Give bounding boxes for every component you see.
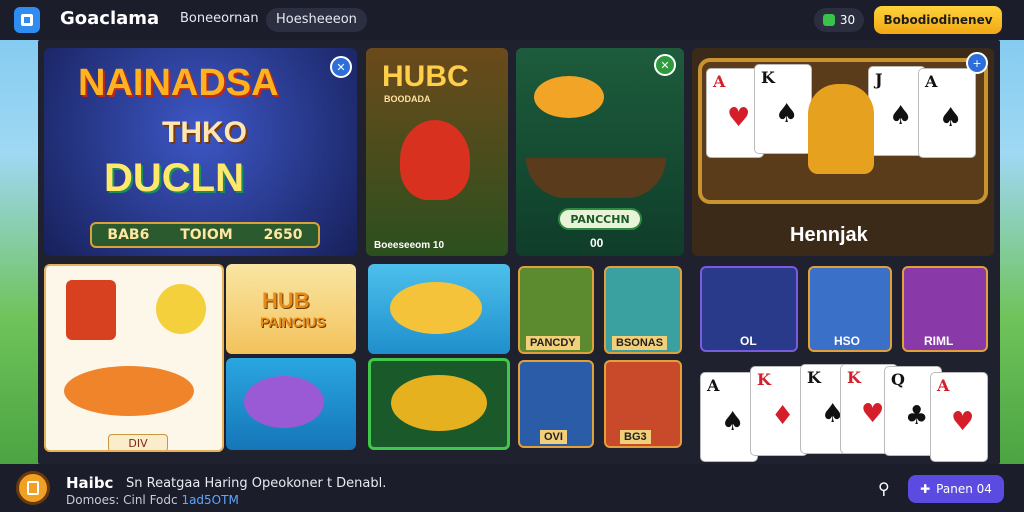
fish-icon bbox=[390, 282, 482, 334]
game-tile-fish2[interactable] bbox=[368, 358, 510, 450]
tile-label: OL bbox=[740, 334, 757, 348]
game-tile-hubc[interactable]: HUBC BOODADA Boeeseeom 10 bbox=[366, 48, 508, 256]
score-bar: BAB6 TOIOM 2650 bbox=[90, 222, 320, 248]
boat-number: 00 bbox=[590, 236, 604, 250]
creature-icon bbox=[400, 120, 470, 200]
hubpan-subtitle: PAINCIUS bbox=[260, 314, 326, 330]
score-2: TOIOM bbox=[180, 227, 233, 243]
game-tile-hubpan[interactable]: HUB PAINCIUS bbox=[226, 264, 356, 354]
koi-icon bbox=[64, 366, 194, 416]
hub-title: HUBC bbox=[382, 60, 469, 93]
action-pill[interactable]: ✚ Panen 04 bbox=[908, 475, 1004, 503]
tile-label: PANCDY bbox=[526, 336, 580, 350]
pill-label: Panen 04 bbox=[936, 482, 992, 496]
wallet-icon bbox=[822, 14, 835, 26]
score-1: BAB6 bbox=[107, 227, 150, 243]
search-icon[interactable]: ⚲ bbox=[878, 479, 890, 498]
plus-icon: ✚ bbox=[920, 482, 931, 496]
footer-sub-text: Domoes: Cinl Fodc bbox=[66, 493, 178, 507]
lantern-label: DIV bbox=[108, 434, 168, 450]
game-tile-ol[interactable]: OL bbox=[700, 266, 798, 352]
brand-name[interactable]: Goaclama bbox=[60, 8, 159, 29]
balance-badge[interactable]: 30 bbox=[814, 8, 864, 32]
tile-label: BSONAS bbox=[612, 336, 668, 350]
game-tile-bg[interactable]: BG3 bbox=[604, 360, 682, 448]
footer-name: Haibc bbox=[66, 474, 114, 492]
plus-icon[interactable]: + bbox=[966, 52, 988, 74]
game-tile-riml[interactable]: RIML bbox=[902, 266, 988, 352]
sun-icon bbox=[156, 284, 206, 334]
footer-desc: Sn Reatgaa Haring Opeokoner t Denabl. bbox=[126, 476, 387, 491]
game-tile-ovi[interactable]: OVI bbox=[518, 360, 594, 448]
balance-value: 30 bbox=[839, 13, 856, 27]
cta-button[interactable]: Bobodiodinenev bbox=[874, 6, 1002, 34]
tile-label: BG3 bbox=[620, 430, 651, 444]
fish-icon bbox=[391, 375, 487, 431]
game-tile-bsonas[interactable]: BSONAS bbox=[604, 266, 682, 354]
lantern-icon bbox=[66, 280, 116, 340]
game-tile-purplefish[interactable] bbox=[226, 358, 356, 450]
game-tile-boat[interactable]: PANCCHN 00 ✕ bbox=[516, 48, 684, 256]
tile-title-1: NAINADSA bbox=[78, 62, 279, 104]
boat-badge: PANCCHN bbox=[558, 208, 642, 230]
tile-label: OVI bbox=[540, 430, 567, 444]
tile-title-2: THKO bbox=[162, 116, 247, 149]
tile-label: RIML bbox=[924, 334, 954, 348]
game-icon[interactable] bbox=[16, 471, 50, 505]
tile-title-3: DUCLN bbox=[104, 156, 244, 200]
card-fan: A ♠ K ♦ K ♠ K ♥ Q ♣ A ♥ bbox=[700, 360, 994, 464]
footer-sub: Domoes: Cinl Fodc 1ad5OTM bbox=[66, 493, 239, 507]
cards-label: Hennjak bbox=[790, 224, 868, 246]
game-tile-nainadsa[interactable]: NAINADSA THKO DUCLN BAB6 TOIOM 2650 ✕ bbox=[44, 48, 357, 256]
game-tile-fish1[interactable] bbox=[368, 264, 510, 354]
game-tile-hennjak[interactable]: A ♥ K ♠ J ♠ A ♠ Hennjak + bbox=[692, 48, 994, 256]
nav-link[interactable]: Boneeornan bbox=[180, 11, 259, 26]
app-logo-icon[interactable] bbox=[14, 7, 40, 33]
footer-link[interactable]: 1ad5OTM bbox=[181, 493, 238, 507]
game-tile-hso[interactable]: HSO bbox=[808, 266, 892, 352]
boat-icon bbox=[526, 158, 666, 198]
game-tile-lantern[interactable]: DIV bbox=[44, 264, 224, 452]
hub-subtitle: BOODADA bbox=[384, 94, 431, 104]
hubpan-title: HUB bbox=[262, 288, 310, 313]
fish-icon bbox=[244, 376, 324, 428]
close-icon[interactable]: ✕ bbox=[330, 56, 352, 78]
close-icon[interactable]: ✕ bbox=[654, 54, 676, 76]
game-grid: NAINADSA THKO DUCLN BAB6 TOIOM 2650 ✕ HU… bbox=[38, 40, 1000, 464]
fish-icon bbox=[534, 76, 604, 118]
hub-bottom: Boeeseeom 10 bbox=[374, 240, 445, 251]
nav-pill[interactable]: Hoesheeeon bbox=[266, 8, 367, 32]
tile-label: HSO bbox=[834, 334, 861, 348]
game-tile-pancdy[interactable]: PANCDY bbox=[518, 266, 594, 354]
score-3: 2650 bbox=[263, 227, 303, 243]
character-icon bbox=[808, 84, 874, 174]
